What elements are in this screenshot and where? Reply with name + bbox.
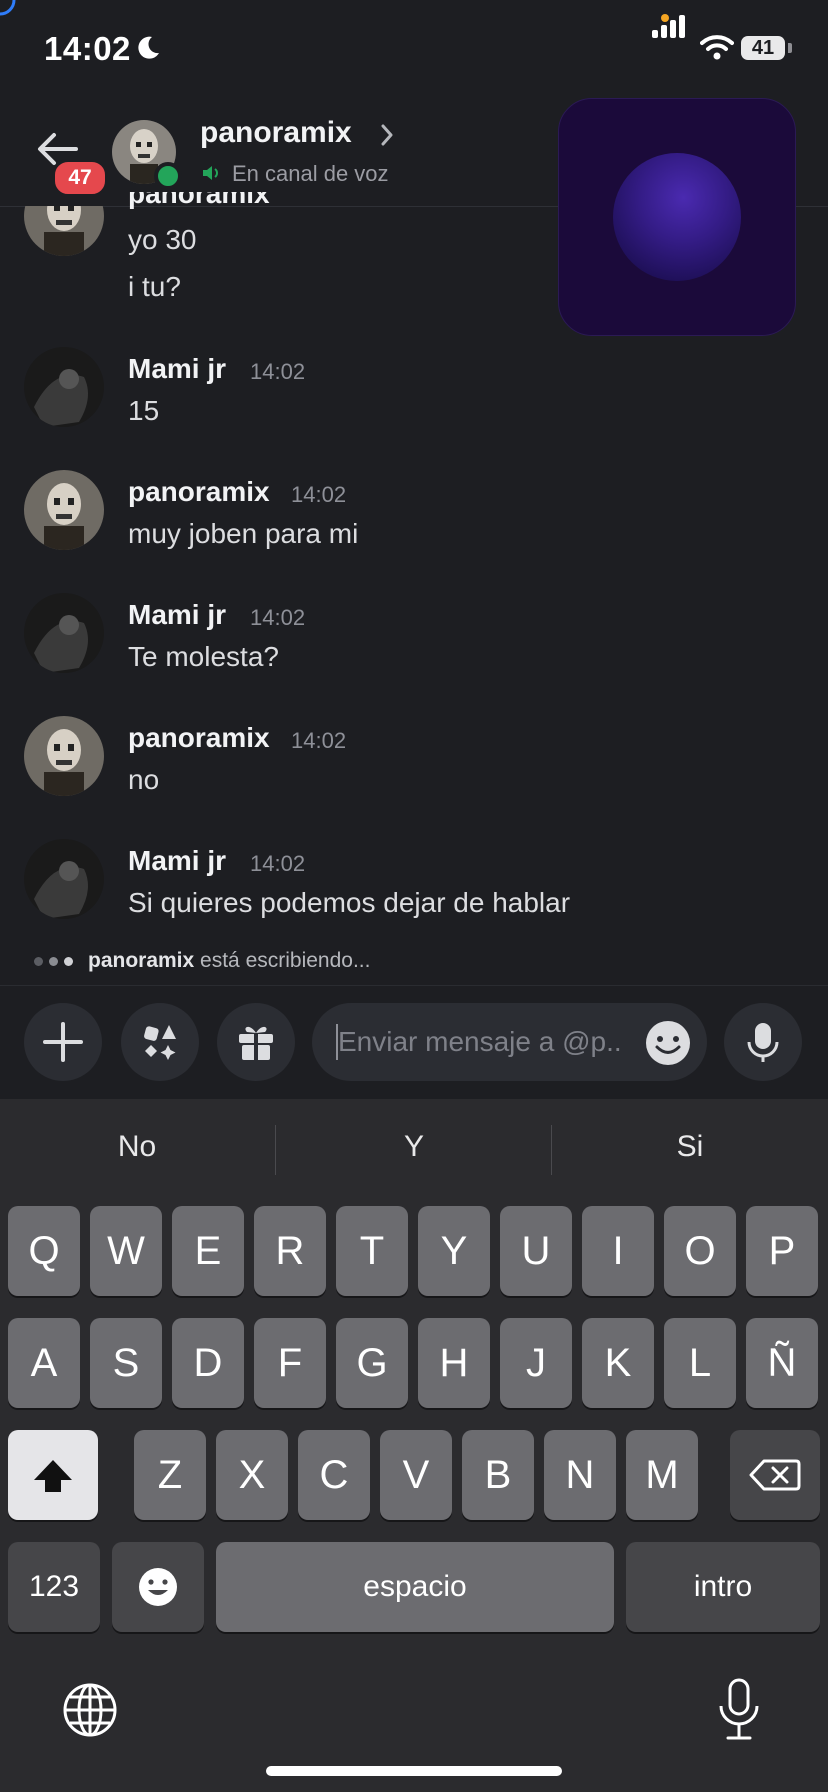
emoji-key[interactable] (112, 1542, 204, 1632)
status-time: 14:02 (44, 30, 131, 67)
key-v[interactable]: V (380, 1430, 452, 1520)
key-c[interactable]: C (298, 1430, 370, 1520)
typing-label: está escribiendo... (200, 949, 371, 972)
message-author[interactable]: panoramix (128, 476, 270, 508)
shift-key[interactable] (8, 1430, 98, 1520)
key-m[interactable]: M (626, 1430, 698, 1520)
message-author[interactable]: Mami jr (128, 353, 226, 385)
battery-tip (788, 43, 792, 53)
unread-badge: 47 (52, 159, 108, 197)
avatar[interactable] (24, 347, 104, 427)
suggestion-2[interactable]: Y (277, 1130, 551, 1164)
message-text: Si quieres podemos dejar de hablar (128, 887, 571, 918)
message-input-placeholder: Enviar mensaje a @p.. (338, 1026, 622, 1057)
key-w[interactable]: W (90, 1206, 162, 1296)
message-timestamp: 14:02 (250, 359, 306, 384)
key-d[interactable]: D (172, 1318, 244, 1408)
message-text: 15 (128, 395, 160, 426)
message-text: muy joben para mi (128, 518, 359, 549)
dictation-microphone-icon[interactable] (716, 1678, 762, 1742)
typing-dots-icon (34, 957, 78, 967)
typing-user: panoramix (88, 949, 195, 972)
delete-key[interactable] (730, 1430, 820, 1520)
wifi-icon (700, 35, 734, 60)
battery-indicator: 41 (741, 36, 785, 60)
message-timestamp: 14:02 (291, 482, 347, 507)
key-k[interactable]: K (582, 1318, 654, 1408)
key-t[interactable]: T (336, 1206, 408, 1296)
voice-call-pip[interactable] (558, 98, 796, 336)
home-indicator[interactable] (266, 1766, 562, 1776)
key-q[interactable]: Q (8, 1206, 80, 1296)
message-author[interactable]: panoramix (128, 722, 270, 754)
key-g[interactable]: G (336, 1318, 408, 1408)
message-timestamp: 14:02 (250, 605, 306, 630)
message-timestamp: 14:02 (250, 851, 306, 876)
space-key[interactable]: espacio (216, 1542, 614, 1632)
chevron-right-icon[interactable] (380, 124, 394, 146)
key-l[interactable]: L (664, 1318, 736, 1408)
avatar[interactable] (24, 593, 104, 673)
online-status-dot (154, 162, 182, 190)
key-a[interactable]: A (8, 1318, 80, 1408)
key-r[interactable]: R (254, 1206, 326, 1296)
suggestion-divider (275, 1125, 276, 1175)
key-e[interactable]: E (172, 1206, 244, 1296)
avatar[interactable] (24, 716, 104, 796)
suggestion-divider (551, 1125, 552, 1175)
moon-icon (138, 36, 159, 59)
message-timestamp: 14:02 (291, 728, 347, 753)
message-text: i tu? (128, 271, 181, 302)
gift-button[interactable] (217, 1003, 295, 1081)
backspace-icon (749, 1459, 801, 1491)
key-s[interactable]: S (90, 1318, 162, 1408)
voice-channel-status: En canal de voz (232, 161, 389, 186)
apps-icon (144, 1025, 176, 1060)
typing-indicator: panoramix está escribiendo... (88, 949, 370, 973)
avatar[interactable] (24, 470, 104, 550)
message-text: yo 30 (128, 224, 197, 255)
apps-button[interactable] (121, 1003, 199, 1081)
shift-arrow-icon (34, 1460, 72, 1492)
key-n[interactable]: N (544, 1430, 616, 1520)
globe-icon[interactable] (62, 1682, 118, 1738)
key-n-tilde[interactable]: Ñ (746, 1318, 818, 1408)
emoji-icon (139, 1568, 177, 1606)
avatar[interactable] (24, 839, 104, 919)
key-y[interactable]: Y (418, 1206, 490, 1296)
suggestion-1[interactable]: No (0, 1130, 274, 1164)
header-name[interactable]: panoramix (200, 116, 352, 150)
voice-message-button[interactable] (724, 1003, 802, 1081)
message-text: no (128, 764, 160, 795)
key-h[interactable]: H (418, 1318, 490, 1408)
key-o[interactable]: O (664, 1206, 736, 1296)
privacy-indicator (661, 14, 669, 22)
key-u[interactable]: U (500, 1206, 572, 1296)
numbers-key[interactable]: 123 (8, 1542, 100, 1632)
key-f[interactable]: F (254, 1318, 326, 1408)
location-corner-icon (0, 0, 16, 16)
key-j[interactable]: J (500, 1318, 572, 1408)
plus-icon (43, 1022, 83, 1062)
composer-divider (0, 985, 828, 986)
key-p[interactable]: P (746, 1206, 818, 1296)
key-z[interactable]: Z (134, 1430, 206, 1520)
key-i[interactable]: I (582, 1206, 654, 1296)
add-attachment-button[interactable] (24, 1003, 102, 1081)
message-text: Te molesta? (128, 641, 279, 672)
message-author[interactable]: Mami jr (128, 599, 226, 631)
emoji-icon[interactable] (645, 1020, 691, 1066)
speaker-icon (203, 166, 218, 180)
key-b[interactable]: B (462, 1430, 534, 1520)
avatar (613, 153, 741, 281)
key-x[interactable]: X (216, 1430, 288, 1520)
gift-icon (239, 1026, 273, 1060)
return-key[interactable]: intro (626, 1542, 820, 1632)
message-author[interactable]: Mami jr (128, 845, 226, 877)
suggestion-3[interactable]: Si (553, 1130, 827, 1164)
microphone-icon (747, 1023, 779, 1062)
